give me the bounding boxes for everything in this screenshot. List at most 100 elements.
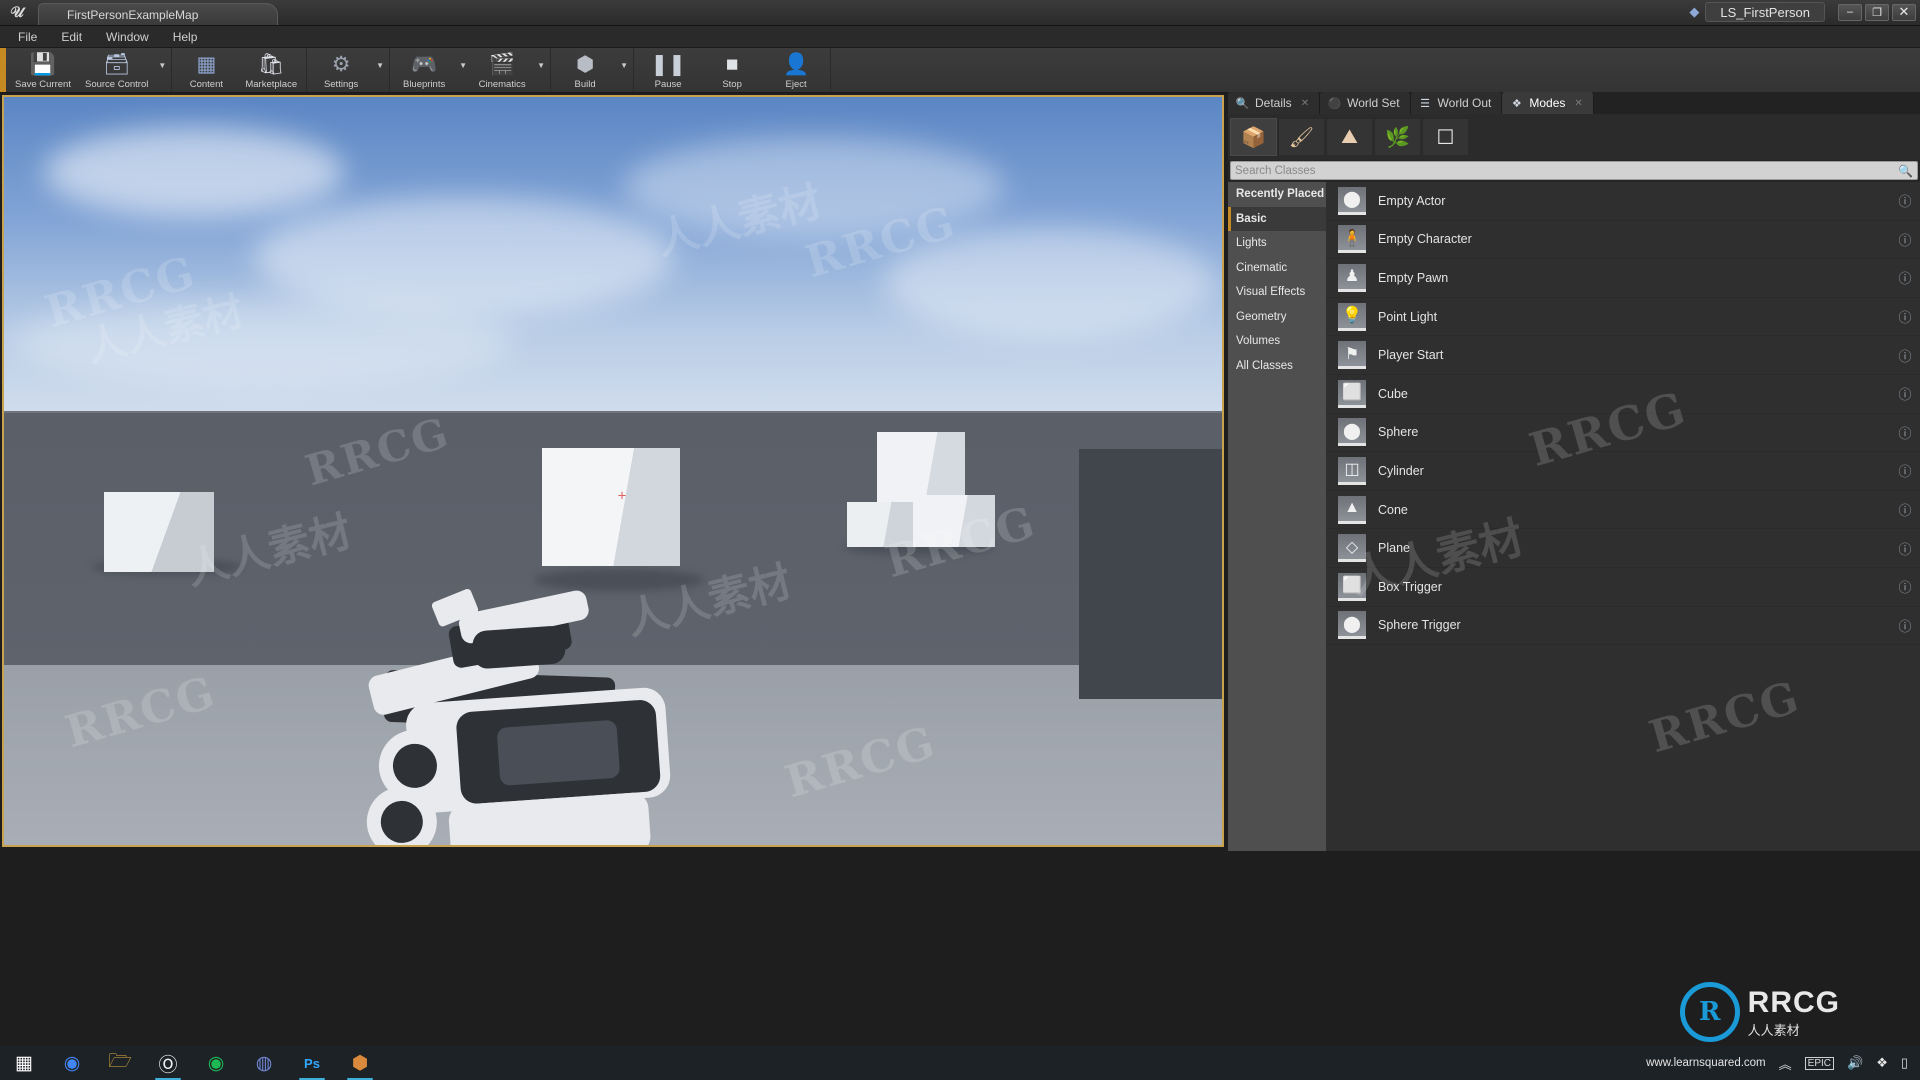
substance-icon[interactable]: ⬢ <box>336 1046 384 1080</box>
eject-button[interactable]: 👤 Eject <box>764 48 828 92</box>
settings-button[interactable]: ⚙ Settings <box>309 48 373 92</box>
cinematics-dropdown-arrow[interactable]: ▼ <box>534 48 548 92</box>
help-icon[interactable]: ⓘ <box>1890 539 1920 558</box>
list-item[interactable]: ⬤ Sphere Trigger ⓘ <box>1326 607 1920 646</box>
foliage-mode-button[interactable]: 🌿 <box>1374 118 1421 156</box>
menu-bar: File Edit Window Help <box>0 26 1920 48</box>
tab-details-close-icon[interactable]: ✕ <box>1301 98 1309 109</box>
cinematics-button[interactable]: 🎬 Cinematics <box>470 48 534 92</box>
help-icon[interactable]: ⓘ <box>1890 577 1920 596</box>
help-icon[interactable]: ⓘ <box>1890 307 1920 326</box>
landscape-mode-button[interactable]: ⛰ <box>1326 118 1373 156</box>
save-current-button[interactable]: 💾 Save Current <box>8 48 78 92</box>
place-mode-button[interactable]: 📦 <box>1230 118 1277 156</box>
help-icon[interactable]: ⓘ <box>1890 230 1920 249</box>
start-button[interactable]: ▦ <box>0 1046 48 1080</box>
volume-icon[interactable]: 🔊 <box>1847 1055 1863 1071</box>
search-icon[interactable]: 🔍 <box>1898 164 1913 178</box>
photoshop-icon[interactable]: Ps <box>288 1046 336 1080</box>
geometry-editing-mode-button[interactable]: ☐ <box>1422 118 1469 156</box>
content-label: Content <box>190 79 223 90</box>
category-geometry[interactable]: Geometry <box>1228 305 1326 330</box>
panel-tab-bar: 🔍 Details ✕ ⚫ World Set ☰ World Out ❖ Mo… <box>1228 92 1920 114</box>
build-button[interactable]: ⬢ Build <box>553 48 617 92</box>
list-item[interactable]: ◇ Plane ⓘ <box>1326 529 1920 568</box>
tray-chevron-icon[interactable]: ︽ <box>1779 1054 1792 1073</box>
category-lights[interactable]: Lights <box>1228 231 1326 256</box>
list-item[interactable]: 🧍 Empty Character ⓘ <box>1326 221 1920 260</box>
tab-modes[interactable]: ❖ Modes ✕ <box>1502 92 1593 114</box>
category-visual-effects[interactable]: Visual Effects <box>1228 280 1326 305</box>
blueprints-dropdown-arrow[interactable]: ▼ <box>456 48 470 92</box>
menu-edit[interactable]: Edit <box>49 26 94 48</box>
category-cinematic[interactable]: Cinematic <box>1228 256 1326 281</box>
help-icon[interactable]: ⓘ <box>1890 268 1920 287</box>
cube-mesh[interactable] <box>104 492 214 572</box>
actor-list: ⬤ Empty Actor ⓘ 🧍 Empty Character ⓘ ♟ Em… <box>1326 182 1920 851</box>
discord-icon[interactable]: ◍ <box>240 1046 288 1080</box>
marketplace-icon: 🛍 <box>258 50 285 78</box>
level-viewport[interactable]: + RRCG RRCG RRCG RRCG RRCG RRCG 人人素材 人人素… <box>2 95 1224 847</box>
search-classes-row[interactable]: 🔍 <box>1230 161 1918 180</box>
minimize-button[interactable]: – <box>1838 4 1862 21</box>
blueprints-button[interactable]: 🎮 Blueprints <box>392 48 456 92</box>
list-item[interactable]: ▲ Cone ⓘ <box>1326 491 1920 530</box>
category-recently-placed[interactable]: Recently Placed <box>1228 182 1326 207</box>
settings-dropdown-arrow[interactable]: ▼ <box>373 48 387 92</box>
tab-world-settings[interactable]: ⚫ World Set <box>1320 92 1410 114</box>
search-input[interactable] <box>1235 165 1898 177</box>
list-item[interactable]: ⬜ Box Trigger ⓘ <box>1326 568 1920 607</box>
unreal-editor-window: 𝒰 FirstPersonExampleMap ◆ LS_FirstPerson… <box>0 0 1920 1080</box>
list-item[interactable]: 💡 Point Light ⓘ <box>1326 298 1920 337</box>
list-item[interactable]: ♟ Empty Pawn ⓘ <box>1326 259 1920 298</box>
list-item[interactable]: ⬤ Empty Actor ⓘ <box>1326 182 1920 221</box>
cube-mesh-stack-top[interactable] <box>877 432 965 504</box>
help-icon[interactable]: ⓘ <box>1890 423 1920 442</box>
category-basic[interactable]: Basic <box>1228 207 1326 232</box>
help-icon[interactable]: ⓘ <box>1890 616 1920 635</box>
tab-world-outliner[interactable]: ☰ World Out <box>1411 92 1503 114</box>
epic-games-tray-icon[interactable]: EPIC <box>1805 1057 1834 1070</box>
menu-file[interactable]: File <box>6 26 49 48</box>
list-item[interactable]: ◫ Cylinder ⓘ <box>1326 452 1920 491</box>
maximize-button[interactable]: ❐ <box>1865 4 1889 21</box>
source-control-button[interactable]: 🗃 Source Control <box>78 48 155 92</box>
pause-button[interactable]: ❚❚ Pause <box>636 48 700 92</box>
help-icon[interactable]: ⓘ <box>1890 384 1920 403</box>
notifications-icon[interactable]: ▯ <box>1901 1055 1908 1071</box>
stop-icon: ■ <box>726 50 739 78</box>
level-tab[interactable]: FirstPersonExampleMap <box>38 3 278 25</box>
source-control-dropdown-arrow[interactable]: ▼ <box>155 48 169 92</box>
dropbox-tray-icon[interactable]: ❖ <box>1876 1055 1888 1071</box>
box-trigger-thumbnail: ⬜ <box>1338 573 1366 601</box>
project-name: LS_FirstPerson <box>1705 2 1825 22</box>
geometry-editing-mode-icon: ☐ <box>1437 125 1455 150</box>
help-icon[interactable]: ⓘ <box>1890 346 1920 365</box>
help-icon[interactable]: ⓘ <box>1890 500 1920 519</box>
build-dropdown-arrow[interactable]: ▼ <box>617 48 631 92</box>
help-icon[interactable]: ⓘ <box>1890 461 1920 480</box>
tab-modes-close-icon[interactable]: ✕ <box>1574 98 1582 109</box>
list-item[interactable]: ⚑ Player Start ⓘ <box>1326 336 1920 375</box>
marketplace-button[interactable]: 🛍 Marketplace <box>238 48 304 92</box>
chrome-icon[interactable]: ◉ <box>48 1046 96 1080</box>
list-item[interactable]: ⬜ Cube ⓘ <box>1326 375 1920 414</box>
help-icon[interactable]: ⓘ <box>1890 191 1920 210</box>
list-item[interactable]: ⬤ Sphere ⓘ <box>1326 414 1920 453</box>
spotify-icon[interactable]: ◉ <box>192 1046 240 1080</box>
paint-mode-button[interactable]: 🖌 <box>1278 118 1325 156</box>
close-button[interactable]: ✕ <box>1892 4 1916 21</box>
menu-help[interactable]: Help <box>161 26 210 48</box>
category-all-classes[interactable]: All Classes <box>1228 354 1326 379</box>
build-label: Build <box>575 79 596 90</box>
unreal-engine-icon[interactable]: Ⓞ <box>144 1046 192 1080</box>
menu-window[interactable]: Window <box>94 26 161 48</box>
cube-mesh-stack-left[interactable] <box>847 502 913 547</box>
category-volumes[interactable]: Volumes <box>1228 329 1326 354</box>
cube-mesh-stack-right[interactable] <box>913 495 995 547</box>
file-explorer-icon[interactable]: 🗁 <box>96 1046 144 1080</box>
content-button[interactable]: ▦ Content <box>174 48 238 92</box>
stop-button[interactable]: ■ Stop <box>700 48 764 92</box>
category-label: Basic <box>1236 213 1267 225</box>
tab-details[interactable]: 🔍 Details ✕ <box>1228 92 1320 114</box>
